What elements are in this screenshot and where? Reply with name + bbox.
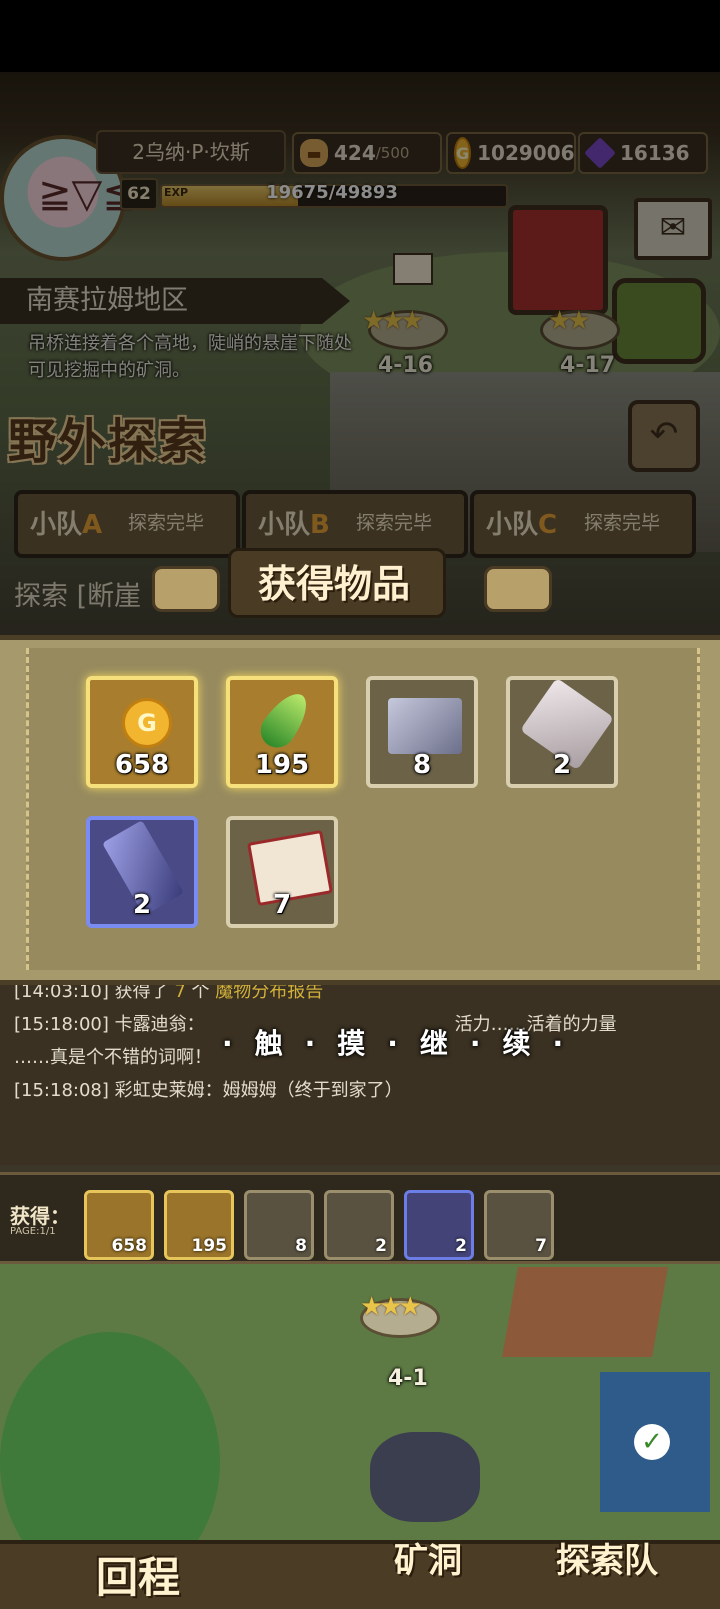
team-button[interactable]: 探索队 — [556, 1533, 658, 1582]
item-count: 2 — [132, 890, 152, 920]
obtained-item-stones[interactable]: 8 — [244, 1190, 314, 1260]
item-count: 658 — [114, 750, 170, 780]
obtained-item-crystal[interactable]: 2 — [404, 1190, 474, 1260]
node-label: 4-1 — [388, 1366, 428, 1391]
item-count: 7 — [272, 890, 292, 920]
reward-item-rock[interactable]: 2 — [506, 676, 618, 788]
stone-blocks-icon — [388, 698, 462, 754]
return-button[interactable]: 回程 — [96, 1544, 180, 1605]
obtained-item-gold[interactable]: 658 — [84, 1190, 154, 1260]
house-roof — [502, 1267, 668, 1357]
green-feather-icon — [253, 685, 317, 755]
log-line: [15:18:08] 彩虹史莱姆：姆姆姆（终于到家了） — [14, 1080, 403, 1101]
item-count: 2 — [552, 750, 572, 780]
modal-tab-left — [152, 566, 220, 612]
status-bar-area — [0, 0, 720, 72]
check-icon: ✓ — [634, 1424, 670, 1460]
obtained-item-rock[interactable]: 2 — [324, 1190, 394, 1260]
mine-button[interactable]: 矿洞 — [394, 1533, 462, 1582]
reward-item-crystal[interactable]: 2 — [86, 816, 198, 928]
item-count: 195 — [254, 750, 310, 780]
rewards-modal[interactable]: G 658 195 8 2 2 7 — [0, 635, 720, 985]
reward-item-stones[interactable]: 8 — [366, 676, 478, 788]
obtained-item-scroll[interactable]: 7 — [484, 1190, 554, 1260]
star-rating-icon: ★★★ — [360, 1292, 422, 1322]
modal-title: 获得物品 — [257, 562, 410, 606]
obtained-page: PAGE:1/1 — [10, 1226, 56, 1237]
item-count: 8 — [412, 750, 432, 780]
modal-tab-right — [484, 566, 552, 612]
touch-to-continue[interactable]: ·触·摸·继·续· — [222, 1022, 585, 1062]
coal-pile — [370, 1432, 480, 1522]
reward-item-feather[interactable]: 195 — [226, 676, 338, 788]
obtained-item-feather[interactable]: 195 — [164, 1190, 234, 1260]
reward-item-scroll[interactable]: 7 — [226, 816, 338, 928]
obtained-label: 获得： — [10, 1204, 70, 1228]
gold-coin-icon: G — [122, 698, 172, 748]
reward-item-gold[interactable]: G 658 — [86, 676, 198, 788]
